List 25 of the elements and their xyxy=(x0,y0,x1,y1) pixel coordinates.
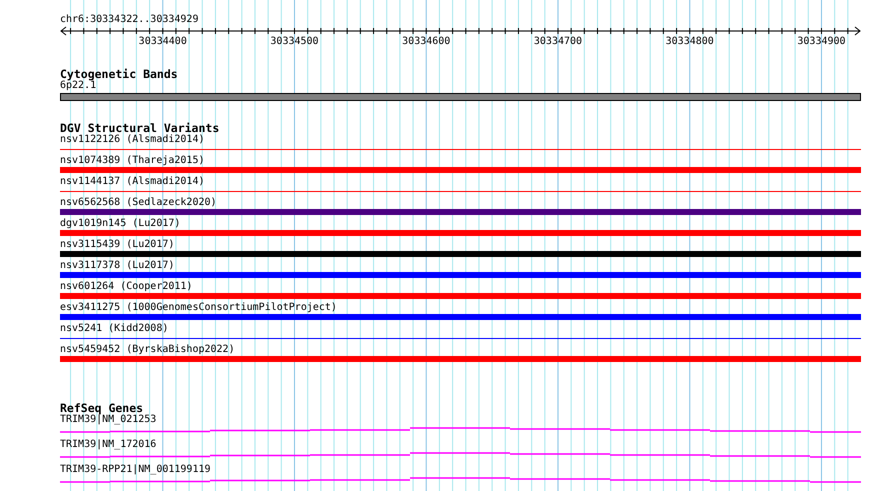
gene-label: TRIM39-RPP21|NM_001199119 xyxy=(60,464,211,476)
variant-label: nsv601264 (Cooper2011) xyxy=(60,281,192,293)
ruler-label: 30334900 xyxy=(797,36,846,47)
track-title: Cytogenetic Bands xyxy=(60,68,178,80)
ruler-label: 30334600 xyxy=(402,36,450,47)
variant-label: esv3411275 (1000GenomesConsortiumPilotProject) xyxy=(60,302,337,314)
variant-label: nsv1122126 (Alsmadi2014) xyxy=(60,134,204,146)
ruler-label: 30334400 xyxy=(138,36,187,47)
variant-label: nsv3115439 (Lu2017) xyxy=(60,239,174,251)
variant-label: nsv3117378 (Lu2017) xyxy=(60,260,174,272)
variant-label: nsv5459452 (ByrskaBishop2022) xyxy=(60,344,235,356)
variant-label: nsv6562568 (Sedlazeck2020) xyxy=(60,197,217,209)
ruler-label: 30334800 xyxy=(666,36,714,47)
variant-label: nsv1074389 (Thareja2015) xyxy=(60,155,204,167)
variant-label: nsv1144137 (Alsmadi2014) xyxy=(60,176,204,188)
track-title: RefSeq Genes xyxy=(60,402,144,414)
gene-label: TRIM39|NM_021253 xyxy=(60,414,156,426)
variant-label: dgv1019n145 (Lu2017) xyxy=(60,218,180,230)
band-label: 6p22.1 xyxy=(60,80,96,92)
track-title: DGV Structural Variants xyxy=(60,122,220,134)
region-label: chr6:30334322..30334929 xyxy=(60,14,198,26)
ruler-label: 30334700 xyxy=(534,36,582,47)
variant-label: nsv5241 (Kidd2008) xyxy=(60,323,168,335)
gene-label: TRIM39|NM_172016 xyxy=(60,439,156,451)
ruler-label: 30334500 xyxy=(270,36,319,47)
